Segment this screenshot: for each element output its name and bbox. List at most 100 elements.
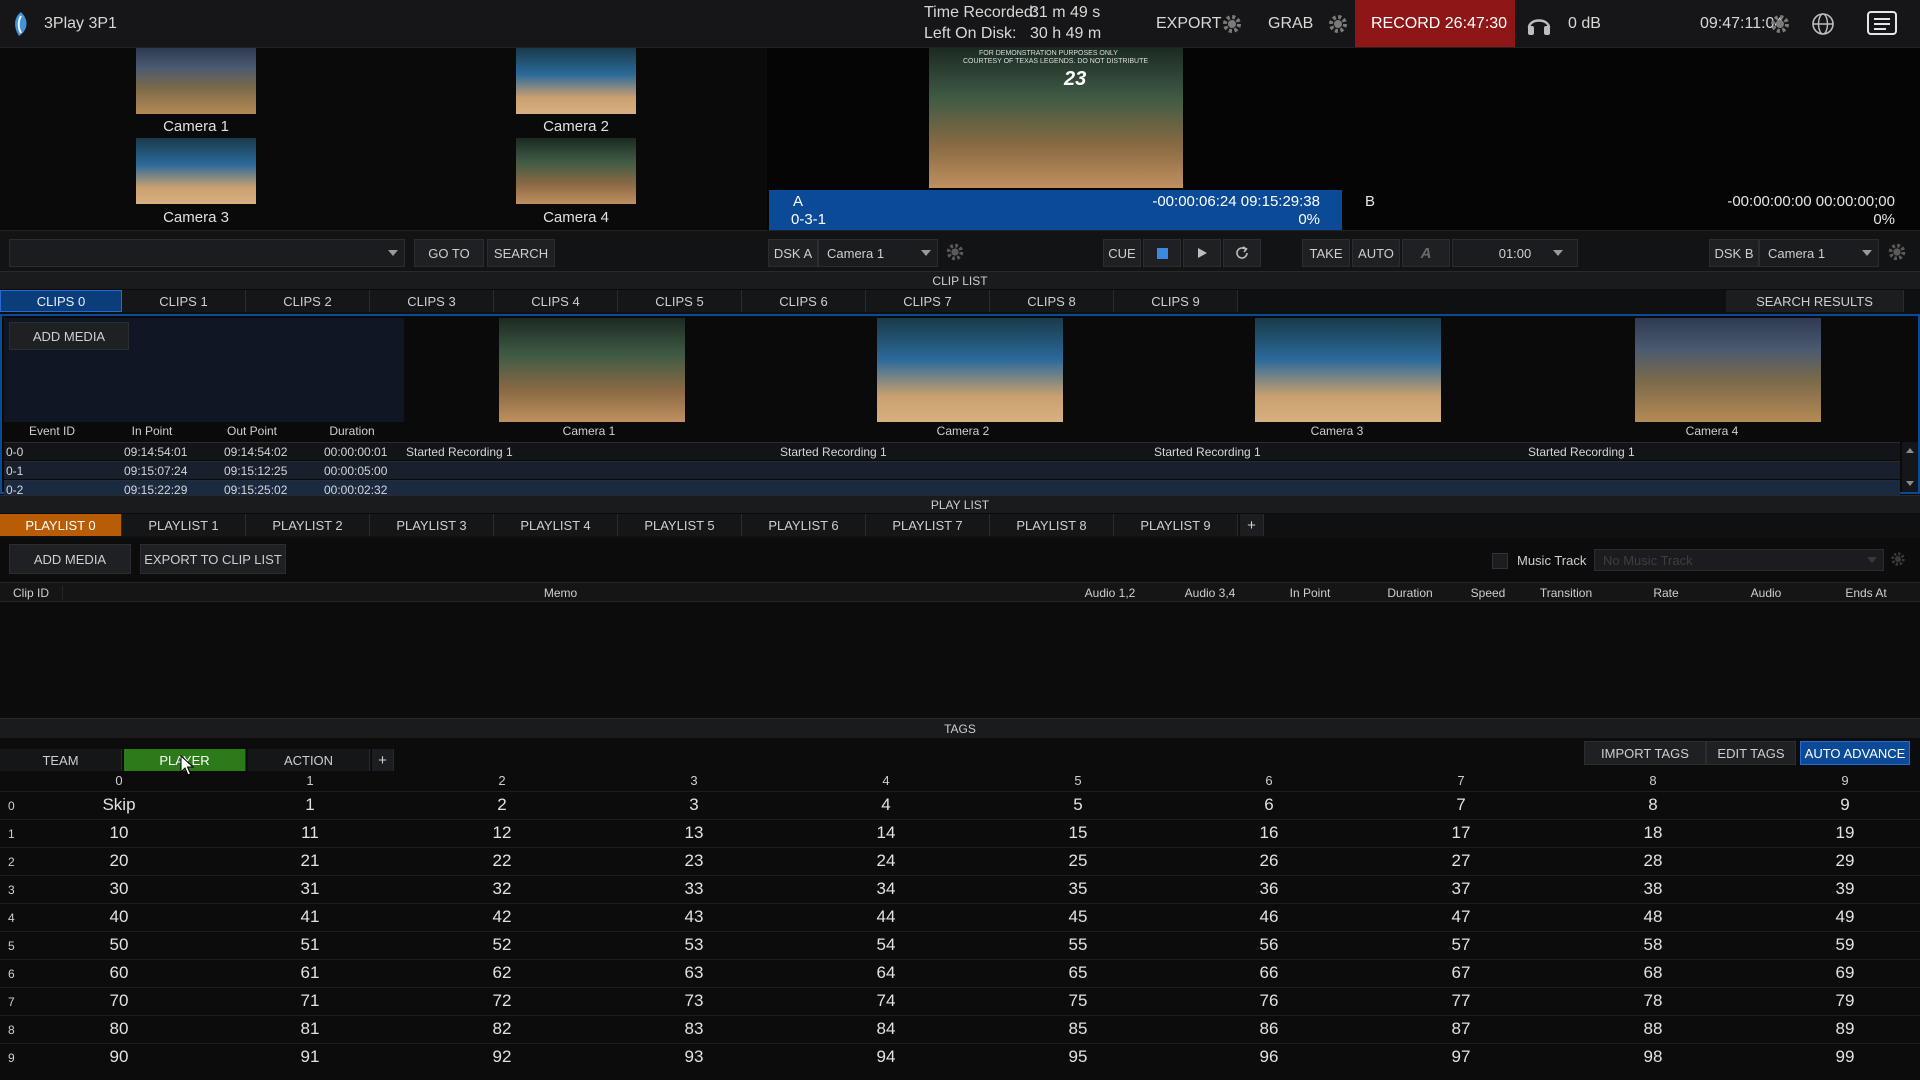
camera-4-thumbnail[interactable] [516,138,636,204]
tag-cell[interactable]: 25 [983,851,1173,871]
tag-cell[interactable]: 38 [1558,879,1748,899]
tab-clips-4[interactable]: CLIPS 4 [494,290,618,312]
tag-cell[interactable]: 92 [407,1047,597,1067]
channel-b-bar[interactable]: B -00:00:00:00 00:00:00;00 0% [1343,190,1920,230]
tag-cell[interactable]: 6 [1174,795,1364,815]
tag-cell[interactable]: 72 [407,991,597,1011]
goto-input[interactable] [9,239,405,267]
tab-playlist-8[interactable]: PLAYLIST 8 [990,514,1114,536]
tag-cell[interactable]: 58 [1558,935,1748,955]
tag-cell[interactable]: 16 [1174,823,1364,843]
notifications-menu-icon[interactable] [1866,10,1898,38]
grab-button[interactable]: GRAB [1268,15,1313,33]
tab-action[interactable]: ACTION [248,749,370,771]
tag-cell[interactable]: 99 [1750,1047,1920,1067]
tag-cell[interactable]: 52 [407,935,597,955]
tag-cell[interactable]: 37 [1366,879,1556,899]
tag-cell[interactable]: 88 [1558,1019,1748,1039]
edit-tags-button[interactable]: EDIT TAGS [1706,741,1796,765]
stop-button[interactable] [1143,239,1181,267]
tag-cell[interactable]: 87 [1366,1019,1556,1039]
auto-button[interactable]: AUTO [1352,239,1400,267]
dsk-b-source-select[interactable]: Camera 1 [1759,239,1879,267]
tag-cell[interactable]: 21 [215,851,405,871]
tag-cell[interactable]: 93 [599,1047,789,1067]
tag-cell[interactable]: 11 [215,823,405,843]
tag-cell[interactable]: 79 [1750,991,1920,1011]
dsk-b-button[interactable]: DSK B [1709,239,1759,267]
tab-clips-5[interactable]: CLIPS 5 [618,290,742,312]
dsk-a-gear-icon[interactable] [944,241,968,265]
tab-clips-1[interactable]: CLIPS 1 [122,290,246,312]
tag-cell[interactable]: 77 [1366,991,1556,1011]
tab-clips-9[interactable]: CLIPS 9 [1114,290,1238,312]
tag-cell[interactable]: 50 [24,935,214,955]
channel-a-bar[interactable]: A 0-3-1 -00:00:06:24 09:15:29:38 0% [769,190,1342,230]
tag-cell[interactable]: 89 [1750,1019,1920,1039]
auto-advance-button[interactable]: AUTO ADVANCE [1800,741,1910,765]
settings-gear-icon[interactable] [1768,12,1792,36]
tab-playlist-7[interactable]: PLAYLIST 7 [866,514,990,536]
tag-cell[interactable]: 95 [983,1047,1173,1067]
tag-cell[interactable]: 22 [407,851,597,871]
tag-cell[interactable]: 47 [1366,907,1556,927]
tag-cell[interactable]: 59 [1750,935,1920,955]
tag-cell[interactable]: 67 [1366,963,1556,983]
tab-clips-6[interactable]: CLIPS 6 [742,290,866,312]
tag-cell[interactable]: 26 [1174,851,1364,871]
tag-cell[interactable]: 80 [24,1019,214,1039]
tag-cell[interactable]: 24 [791,851,981,871]
goto-button[interactable]: GO TO [414,239,484,267]
cue-button[interactable]: CUE [1103,239,1141,267]
tag-cell[interactable]: 30 [24,879,214,899]
record-button[interactable]: RECORD 26:47:30 [1355,0,1515,47]
tab-playlist-2[interactable]: PLAYLIST 2 [246,514,370,536]
tag-cell[interactable]: 32 [407,879,597,899]
tag-cell[interactable]: 73 [599,991,789,1011]
tag-cell[interactable]: 29 [1750,851,1920,871]
tag-cell[interactable]: 83 [599,1019,789,1039]
export-to-clip-list-button[interactable]: EXPORT TO CLIP LIST [140,544,286,574]
headphones-icon[interactable] [1526,12,1552,36]
play-button[interactable] [1183,239,1221,267]
audio-level[interactable]: 0 dB [1568,15,1601,33]
tab-playlist-3[interactable]: PLAYLIST 3 [370,514,494,536]
music-track-gear-icon[interactable] [1889,550,1913,574]
tag-cell[interactable]: 23 [599,851,789,871]
tag-cell[interactable]: 55 [983,935,1173,955]
globe-icon[interactable] [1810,11,1836,37]
tag-cell[interactable]: 75 [983,991,1173,1011]
search-button[interactable]: SEARCH [487,239,555,267]
tag-cell[interactable]: 91 [215,1047,405,1067]
tag-cell[interactable]: 69 [1750,963,1920,983]
clip-add-media-button[interactable]: ADD MEDIA [9,322,129,350]
tag-cell[interactable]: 48 [1558,907,1748,927]
tag-cell[interactable]: 15 [983,823,1173,843]
tag-cell[interactable]: 27 [1366,851,1556,871]
add-tag-tab-button[interactable]: + [372,749,394,771]
clip-list-scrollbar[interactable] [1902,442,1918,492]
import-tags-button[interactable]: IMPORT TAGS [1584,741,1706,765]
tag-cell[interactable]: 17 [1366,823,1556,843]
add-playlist-button[interactable]: + [1240,514,1264,536]
tab-team[interactable]: TEAM [0,749,122,771]
clip-thumb-camera-1[interactable] [499,318,685,422]
tag-cell[interactable]: 2 [407,795,597,815]
tag-cell[interactable]: 71 [215,991,405,1011]
tag-cell[interactable]: 14 [791,823,981,843]
clip-thumb-camera-2[interactable] [877,318,1063,422]
tag-cell[interactable]: 78 [1558,991,1748,1011]
tag-cell[interactable]: 56 [1174,935,1364,955]
export-button[interactable]: EXPORT [1156,15,1222,33]
tag-cell[interactable]: 3 [599,795,789,815]
clip-thumb-camera-3[interactable] [1255,318,1441,422]
tag-cell[interactable]: 4 [791,795,981,815]
tag-cell[interactable]: 7 [1366,795,1556,815]
tag-cell[interactable]: 98 [1558,1047,1748,1067]
camera-2-thumbnail[interactable] [516,48,636,114]
tag-cell[interactable]: 81 [215,1019,405,1039]
scroll-up-icon[interactable] [1902,444,1918,456]
dsk-b-gear-icon[interactable] [1886,241,1910,265]
tag-cell[interactable]: 13 [599,823,789,843]
tag-cell[interactable]: 18 [1558,823,1748,843]
